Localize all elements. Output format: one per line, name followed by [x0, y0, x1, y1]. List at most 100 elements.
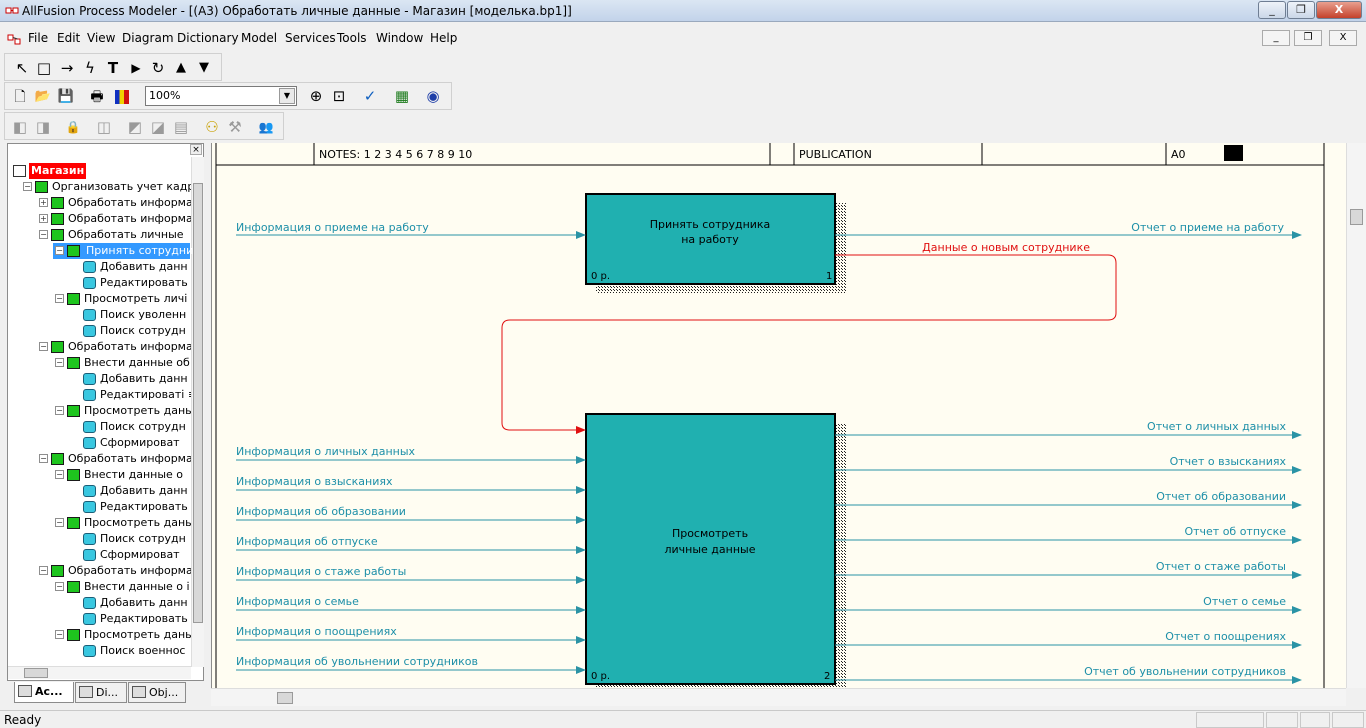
- activity-box-view[interactable]: Просмотреть личные данные 0 р. 2: [585, 413, 836, 685]
- menu-file[interactable]: File: [28, 31, 48, 45]
- tree-node[interactable]: − Обработать информа: [8, 563, 193, 579]
- input-arrow[interactable]: Информация о взысканиях: [236, 475, 586, 494]
- go-down-icon[interactable]: ▼: [193, 57, 215, 79]
- output-arrow[interactable]: Отчет о личных данных: [835, 420, 1302, 439]
- zoom-in-icon[interactable]: ⊕: [305, 85, 327, 107]
- tree-node[interactable]: − Внести данные о: [8, 467, 190, 483]
- output-arrow[interactable]: Отчет об увольнении сотрудников: [835, 665, 1302, 684]
- output-arrow[interactable]: Отчет об отпуске: [835, 525, 1302, 544]
- tree-node[interactable]: Редактироваті ≡: [8, 387, 197, 403]
- go-up-icon[interactable]: ▲: [170, 57, 192, 79]
- rotate-icon[interactable]: ↻: [147, 57, 169, 79]
- tree-node[interactable]: + Обработать информа: [8, 211, 193, 227]
- tree-node[interactable]: Добавить данн: [8, 371, 190, 387]
- pointer-icon[interactable]: ↖: [11, 57, 33, 79]
- tree-node[interactable]: − Просмотреть дань: [8, 627, 192, 643]
- tree-node[interactable]: Поиск сотрудн: [8, 323, 190, 339]
- input-arrow[interactable]: Информация об образовании: [236, 505, 586, 524]
- input-arrow[interactable]: Информация о личных данных: [236, 445, 586, 464]
- tree-node[interactable]: − Просмотреть личі: [8, 291, 190, 307]
- input-arrow[interactable]: Информация об увольнении сотрудников: [236, 655, 586, 674]
- output-arrow[interactable]: Отчет о взысканиях: [835, 455, 1302, 474]
- tree-node[interactable]: Поиск военноc: [8, 643, 190, 659]
- collapse-icon[interactable]: −: [55, 630, 64, 639]
- mart-grid-icon[interactable]: ▤: [170, 116, 192, 138]
- spell-check-icon[interactable]: ✓: [359, 85, 381, 107]
- collapse-icon[interactable]: −: [39, 566, 48, 575]
- output-arrow[interactable]: Отчет о поощрениях: [835, 630, 1302, 649]
- tree-node[interactable]: Сформироват: [8, 435, 190, 451]
- tree-node[interactable]: − Обработать информа: [8, 339, 193, 355]
- mart-merge-icon[interactable]: ◪: [147, 116, 169, 138]
- tree-node[interactable]: Поиск сотрудн: [8, 419, 190, 435]
- open-folder-icon[interactable]: 📂: [32, 86, 54, 108]
- tree-vertical-scrollbar[interactable]: [191, 157, 204, 667]
- collapse-icon[interactable]: −: [55, 294, 64, 303]
- collapse-icon[interactable]: −: [55, 246, 64, 255]
- diagram-canvas[interactable]: NOTES: 1 2 3 4 5 6 7 8 9 10 PUBLICATION …: [211, 143, 1346, 688]
- zoom-fit-icon[interactable]: ⊡: [328, 85, 350, 107]
- collapse-icon[interactable]: −: [55, 582, 64, 591]
- tree-node[interactable]: Поиск сотрудн: [8, 531, 190, 547]
- input-arrow[interactable]: Информация о семье: [236, 595, 586, 614]
- tree-horizontal-scrollbar[interactable]: [8, 666, 191, 679]
- tree-node[interactable]: + Обработать информа: [8, 195, 193, 211]
- tab-activities[interactable]: Ac...: [14, 682, 74, 703]
- menu-model[interactable]: Model: [241, 31, 277, 45]
- tree-node[interactable]: Добавить данн: [8, 259, 190, 275]
- mdi-minimize-button[interactable]: _: [1262, 30, 1290, 46]
- collapse-icon[interactable]: −: [55, 406, 64, 415]
- tree-node[interactable]: Сформироват: [8, 547, 190, 563]
- tree-node[interactable]: Редактировать: [8, 611, 190, 627]
- input-arrow-hire[interactable]: Информация о приеме на работу: [236, 221, 586, 239]
- activity-box-hire[interactable]: Принять сотрудника на работу 0 р. 1: [585, 193, 836, 285]
- people-icon[interactable]: 👥: [255, 116, 277, 138]
- output-arrow[interactable]: Отчет о стаже работы: [835, 560, 1302, 579]
- menu-view[interactable]: View: [87, 31, 115, 45]
- tree-node[interactable]: Редактировать: [8, 275, 190, 291]
- collapse-icon[interactable]: −: [55, 518, 64, 527]
- text-tool-icon[interactable]: T: [102, 57, 124, 79]
- model-explorer-icon[interactable]: ▦: [391, 85, 413, 107]
- collapse-icon[interactable]: −: [23, 182, 32, 191]
- menu-services[interactable]: Services: [285, 31, 336, 45]
- tree-node[interactable]: Редактировать: [8, 499, 190, 515]
- close-button[interactable]: X: [1316, 1, 1362, 19]
- menu-help[interactable]: Help: [430, 31, 457, 45]
- save-icon[interactable]: 💾: [55, 86, 77, 108]
- collapse-icon[interactable]: −: [39, 342, 48, 351]
- output-arrow[interactable]: Отчет об образовании: [835, 490, 1302, 509]
- mart-disconnect-icon[interactable]: ◨: [32, 116, 54, 138]
- mart-connect-icon[interactable]: ◧: [9, 116, 31, 138]
- tree-node[interactable]: − Обработать личные: [8, 227, 190, 243]
- tree-node[interactable]: − Внести данные о і: [8, 579, 190, 595]
- idef0-diagram[interactable]: NOTES: 1 2 3 4 5 6 7 8 9 10 PUBLICATION …: [212, 143, 1346, 688]
- expand-icon[interactable]: +: [39, 198, 48, 207]
- mart-open-icon[interactable]: ◫: [93, 116, 115, 138]
- print-icon[interactable]: 🖶: [86, 86, 108, 108]
- menu-tools[interactable]: Tools: [337, 31, 367, 45]
- tree-root[interactable]: Магазин: [8, 163, 190, 179]
- mart-tools-icon[interactable]: ⚒: [224, 116, 246, 138]
- tree-node[interactable]: − Просмотреть дань: [8, 515, 192, 531]
- globe-icon[interactable]: ◉: [422, 85, 444, 107]
- arrow-tool-icon[interactable]: →: [56, 57, 78, 79]
- mdi-close-button[interactable]: X: [1329, 30, 1357, 46]
- lock-icon[interactable]: 🔒: [62, 116, 84, 138]
- squiggle-tool-icon[interactable]: ϟ: [79, 57, 101, 79]
- collapse-icon[interactable]: −: [39, 230, 48, 239]
- color-palette-icon[interactable]: ▌: [115, 90, 129, 104]
- input-arrow[interactable]: Информация о поощрениях: [236, 625, 586, 644]
- zoom-select[interactable]: 100% ▼: [145, 86, 297, 106]
- minimize-button[interactable]: _: [1258, 1, 1286, 19]
- menu-window[interactable]: Window: [376, 31, 423, 45]
- collapse-icon[interactable]: −: [39, 454, 48, 463]
- collapse-icon[interactable]: −: [55, 358, 64, 367]
- output-arrow[interactable]: Отчет о семье: [835, 595, 1302, 614]
- mart-save-icon[interactable]: ◩: [124, 116, 146, 138]
- input-arrow[interactable]: Информация о стаже работы: [236, 565, 586, 584]
- chevron-down-icon[interactable]: ▼: [279, 88, 295, 104]
- diagram-vertical-scrollbar[interactable]: [1346, 143, 1366, 688]
- triangle-right-icon[interactable]: ▶: [125, 57, 147, 79]
- tree-node[interactable]: Добавить данн: [8, 483, 190, 499]
